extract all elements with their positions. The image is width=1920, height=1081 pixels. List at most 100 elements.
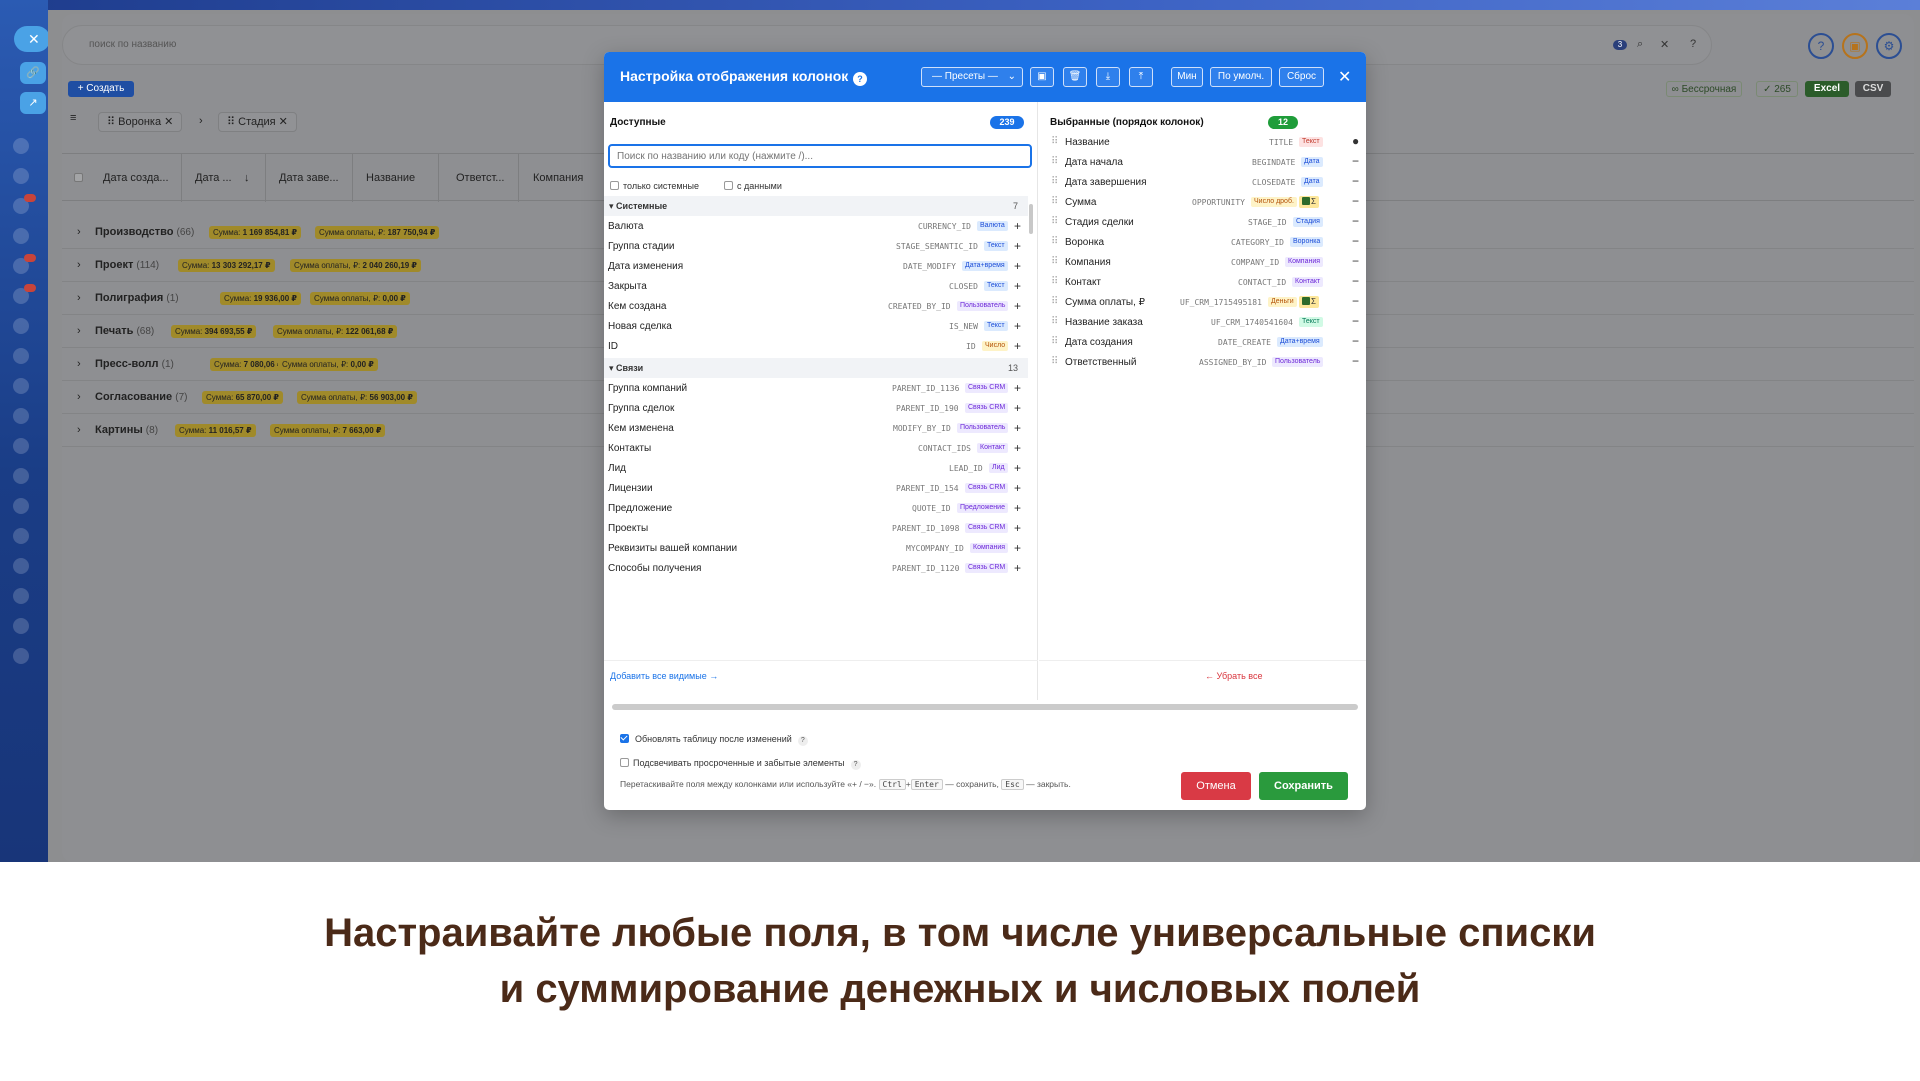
- available-field-row[interactable]: Валюта CURRENCY_ID Валюта +: [604, 216, 1028, 236]
- available-field-row[interactable]: Контакты CONTACT_IDS Контакт +: [604, 438, 1028, 458]
- drag-handle-icon[interactable]: ⠿: [1051, 356, 1058, 367]
- sidebar-icon[interactable]: [13, 438, 29, 454]
- min-button[interactable]: Мин: [1171, 67, 1203, 87]
- sidebar-icon[interactable]: [13, 648, 29, 664]
- add-field-icon[interactable]: +: [1014, 501, 1021, 515]
- upload-icon[interactable]: ⤒: [1129, 67, 1153, 87]
- chevron-right-icon[interactable]: ›: [77, 226, 81, 238]
- remove-all-link[interactable]: ← Убрать все: [1205, 671, 1263, 681]
- sidebar-icon[interactable]: [13, 318, 29, 334]
- add-field-icon[interactable]: +: [1014, 441, 1021, 455]
- help-icon[interactable]: ?: [1690, 38, 1696, 50]
- selected-field-row[interactable]: ⠿ Дата создания DATE_CREATE Дата+время −: [1039, 332, 1366, 352]
- gear-icon[interactable]: ⚙: [1876, 33, 1902, 59]
- remove-field-icon[interactable]: −: [1352, 314, 1359, 328]
- sidebar-icon[interactable]: [13, 468, 29, 484]
- drag-handle-icon[interactable]: ⠿: [1051, 276, 1058, 287]
- excel-button[interactable]: Excel: [1805, 81, 1849, 97]
- available-list[interactable]: ▾ Системные 7 Валюта CURRENCY_ID Валюта + Груп…: [604, 196, 1038, 648]
- available-field-row[interactable]: Группа компаний PARENT_ID_1136 Связь CRM +: [604, 378, 1028, 398]
- refresh-table-checkbox[interactable]: Обновлять таблицу после изменений?: [620, 734, 808, 746]
- sum-toggle-icon[interactable]: Σ: [1299, 296, 1319, 308]
- available-field-row[interactable]: Новая сделка IS_NEW Текст +: [604, 316, 1028, 336]
- filter-icon[interactable]: ≡: [70, 112, 76, 124]
- selected-field-row[interactable]: ⠿ Название заказа UF_CRM_1740541604 Текст −: [1039, 312, 1366, 332]
- column-header[interactable]: Компания: [533, 172, 583, 184]
- add-field-icon[interactable]: +: [1014, 259, 1021, 273]
- available-field-row[interactable]: Группа стадии STAGE_SEMANTIC_ID Текст +: [604, 236, 1028, 256]
- add-field-icon[interactable]: +: [1014, 461, 1021, 475]
- sum-toggle-icon[interactable]: Σ: [1299, 196, 1319, 208]
- save-preset-icon[interactable]: ▣: [1030, 67, 1054, 87]
- remove-field-icon[interactable]: −: [1352, 194, 1359, 208]
- selected-field-row[interactable]: ⠿ Название TITLE Текст ●: [1039, 132, 1366, 152]
- selected-field-row[interactable]: ⠿ Дата начала BEGINDATE Дата −: [1039, 152, 1366, 172]
- selected-field-row[interactable]: ⠿ Контакт CONTACT_ID Контакт −: [1039, 272, 1366, 292]
- selected-field-row[interactable]: ⠿ Сумма OPPORTUNITY Число дроб. Σ −: [1039, 192, 1366, 212]
- add-field-icon[interactable]: +: [1014, 421, 1021, 435]
- sidebar-icon[interactable]: [13, 558, 29, 574]
- drag-handle-icon[interactable]: ⠿: [1051, 316, 1058, 327]
- save-button[interactable]: Сохранить: [1259, 772, 1348, 800]
- help-icon[interactable]: ?: [853, 72, 867, 86]
- available-field-row[interactable]: Закрыта CLOSED Текст +: [604, 276, 1028, 296]
- drag-handle-icon[interactable]: ⠿: [1051, 236, 1058, 247]
- drag-handle-icon[interactable]: ⠿: [1051, 336, 1058, 347]
- remove-field-icon[interactable]: −: [1352, 174, 1359, 188]
- drag-handle-icon[interactable]: ⠿: [1051, 196, 1058, 207]
- count-button[interactable]: ✓ 265: [1756, 81, 1798, 97]
- horizontal-scrollbar[interactable]: [612, 704, 1358, 710]
- add-field-icon[interactable]: +: [1014, 541, 1021, 555]
- sidebar-icon[interactable]: [13, 228, 29, 244]
- add-field-icon[interactable]: +: [1014, 401, 1021, 415]
- chevron-right-icon[interactable]: ›: [77, 358, 81, 370]
- column-header[interactable]: Дата созда...: [103, 172, 169, 184]
- presets-select[interactable]: — Пресеты — ⌄: [921, 67, 1023, 87]
- chevron-right-icon[interactable]: ›: [77, 391, 81, 403]
- add-field-icon[interactable]: +: [1014, 299, 1021, 313]
- close-icon[interactable]: ✕: [14, 26, 50, 52]
- highlight-overdue-checkbox[interactable]: Подсвечивать просроченные и забытые элем…: [620, 758, 861, 770]
- remove-field-icon[interactable]: −: [1352, 254, 1359, 268]
- help-icon[interactable]: ?: [797, 736, 808, 746]
- term-button[interactable]: ∞ Бессрочная: [1666, 81, 1742, 97]
- filter-chip-funnel[interactable]: ⠿ Воронка ✕: [98, 112, 183, 132]
- collapse-arrow-icon[interactable]: ▾: [609, 363, 616, 373]
- csv-button[interactable]: CSV: [1855, 81, 1891, 97]
- available-field-row[interactable]: Группа сделок PARENT_ID_190 Связь CRM +: [604, 398, 1028, 418]
- remove-field-icon[interactable]: −: [1352, 234, 1359, 248]
- only-system-checkbox[interactable]: только системные: [610, 181, 699, 191]
- sidebar-icon[interactable]: [13, 498, 29, 514]
- available-field-row[interactable]: Предложение QUOTE_ID Предложение +: [604, 498, 1028, 518]
- selected-field-row[interactable]: ⠿ Сумма оплаты, ₽ UF_CRM_1715495181 Деньги Σ…: [1039, 292, 1366, 312]
- chevron-right-icon[interactable]: ›: [77, 259, 81, 271]
- column-header[interactable]: Название: [366, 172, 415, 184]
- available-field-row[interactable]: ID ID Число +: [604, 336, 1028, 356]
- drag-handle-icon[interactable]: ⠿: [1051, 256, 1058, 267]
- add-field-icon[interactable]: +: [1014, 521, 1021, 535]
- selected-field-row[interactable]: ⠿ Дата завершения CLOSEDATE Дата −: [1039, 172, 1366, 192]
- add-field-icon[interactable]: +: [1014, 381, 1021, 395]
- field-group-header[interactable]: ▾ Системные 7: [604, 196, 1028, 216]
- help-icon[interactable]: ?: [850, 760, 861, 770]
- help-icon[interactable]: ?: [1808, 33, 1834, 59]
- column-header[interactable]: Дата заве...: [279, 172, 339, 184]
- download-icon[interactable]: ⤓: [1096, 67, 1120, 87]
- selected-field-row[interactable]: ⠿ Компания COMPANY_ID Компания −: [1039, 252, 1366, 272]
- calendar-icon[interactable]: ▣: [1842, 33, 1868, 59]
- column-header[interactable]: Дата ...: [195, 172, 232, 184]
- add-field-icon[interactable]: +: [1014, 279, 1021, 293]
- add-field-icon[interactable]: +: [1014, 219, 1021, 233]
- create-button[interactable]: + Создать: [68, 81, 134, 97]
- available-field-row[interactable]: Кем изменена MODIFY_BY_ID Пользователь +: [604, 418, 1028, 438]
- remove-field-icon[interactable]: −: [1352, 274, 1359, 288]
- close-icon[interactable]: ✕: [1660, 38, 1669, 51]
- available-field-row[interactable]: Способы получения PARENT_ID_1120 Связь CRM…: [604, 558, 1028, 578]
- drag-handle-icon[interactable]: ⠿: [1051, 156, 1058, 167]
- add-all-visible-link[interactable]: Добавить все видимые →: [610, 671, 718, 681]
- sidebar-icon[interactable]: [13, 528, 29, 544]
- add-field-icon[interactable]: +: [1014, 319, 1021, 333]
- available-field-row[interactable]: Дата изменения DATE_MODIFY Дата+время +: [604, 256, 1028, 276]
- remove-field-icon[interactable]: −: [1352, 154, 1359, 168]
- add-field-icon[interactable]: +: [1014, 561, 1021, 575]
